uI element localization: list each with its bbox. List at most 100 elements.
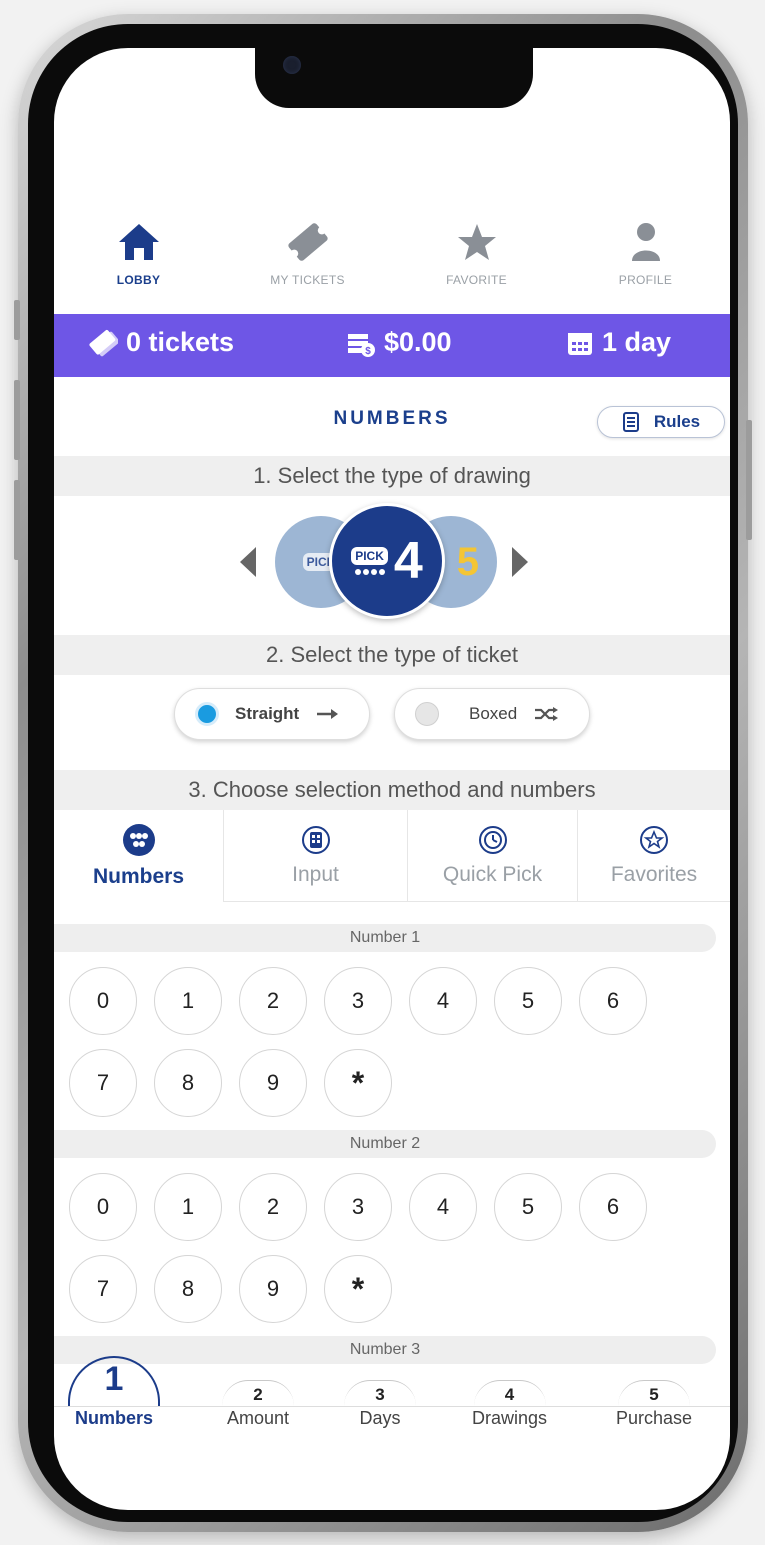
svg-text:$: $ [365, 346, 371, 357]
number-2-ball-6[interactable]: 6 [579, 1173, 647, 1241]
nav-lobby[interactable]: LOBBY [54, 213, 223, 293]
number-1-ball-3[interactable]: 3 [324, 967, 392, 1035]
number-2-ball-9[interactable]: 9 [239, 1255, 307, 1323]
method-tabs: Numbers Input Quick Pick Favorites [54, 810, 730, 902]
step-drawing-type: 1. Select the type of drawing [54, 456, 730, 496]
number-2-row-1: 0 1 2 3 4 5 6 [69, 1173, 647, 1241]
purchase-stepper: 1 Numbers 2 Amount 3 Days 4 Drawings 5 P… [54, 1356, 730, 1438]
nav-label-my-tickets: MY TICKETS [270, 273, 345, 287]
stepper-step-purchase[interactable]: 5 Purchase [616, 1380, 692, 1429]
power-button [746, 420, 752, 540]
stepper-step-numbers[interactable]: 1 Numbers [68, 1356, 160, 1429]
ticket-icon [285, 219, 331, 265]
number-2-ball-8[interactable]: 8 [154, 1255, 222, 1323]
money-icon: $ [348, 333, 375, 357]
front-camera [283, 56, 301, 74]
carousel-next-icon[interactable] [512, 547, 528, 577]
user-icon [629, 219, 663, 265]
number-2-header: Number 2 [54, 1130, 716, 1158]
number-1-ball-1[interactable]: 1 [154, 967, 222, 1035]
pick-4-badge: PICK [351, 547, 388, 575]
nav-label-favorite: FAVORITE [446, 273, 507, 287]
number-1-ball-2[interactable]: 2 [239, 967, 307, 1035]
star-circle-icon [640, 825, 668, 854]
number-2-ball-7[interactable]: 7 [69, 1255, 137, 1323]
number-1-row-1: 0 1 2 3 4 5 6 [69, 967, 647, 1035]
number-2-ball-wildcard[interactable]: * [324, 1255, 392, 1323]
balance-amount[interactable]: $ $0.00 [346, 327, 452, 358]
tab-numbers[interactable]: Numbers [54, 810, 224, 902]
tickets-count[interactable]: 0 tickets [88, 327, 234, 358]
nav-profile[interactable]: PROFILE [561, 213, 730, 293]
notch [255, 48, 533, 108]
pick-4-option-selected[interactable]: PICK 4 [329, 503, 445, 619]
tickets-count-label: 0 tickets [126, 327, 235, 357]
boxed-radio[interactable] [415, 702, 439, 726]
document-icon [622, 412, 639, 432]
number-1-ball-6[interactable]: 6 [579, 967, 647, 1035]
tab-numbers-label: Numbers [92, 865, 185, 888]
tab-input[interactable]: Input [224, 810, 408, 902]
number-2-ball-3[interactable]: 3 [324, 1173, 392, 1241]
stepper-step-drawings-label: Drawings [472, 1408, 548, 1428]
number-1-ball-8[interactable]: 8 [154, 1049, 222, 1117]
days-count[interactable]: 1 day [566, 327, 671, 358]
tickets-icon [89, 329, 118, 356]
stepper-step-numbers-number: 1 [68, 1356, 160, 1406]
dots-icon [122, 824, 155, 856]
days-count-label: 1 day [602, 327, 672, 357]
clock-icon [478, 825, 507, 854]
volume-down-button [14, 480, 20, 560]
shuffle-icon [535, 707, 559, 721]
mute-switch [14, 300, 20, 340]
rules-label: Rules [653, 412, 701, 431]
nav-favorite[interactable]: FAVORITE [392, 213, 561, 293]
arrow-right-icon [317, 709, 339, 719]
number-1-header: Number 1 [54, 924, 716, 952]
number-1-ball-9[interactable]: 9 [239, 1049, 307, 1117]
nav-label-profile: PROFILE [618, 273, 673, 287]
volume-up-button [14, 380, 20, 460]
number-1-ball-wildcard[interactable]: * [324, 1049, 392, 1117]
stepper-step-numbers-label: Numbers [74, 1408, 154, 1428]
number-1-ball-7[interactable]: 7 [69, 1049, 137, 1117]
stepper-step-days-label: Days [359, 1408, 401, 1428]
nav-my-tickets[interactable]: MY TICKETS [223, 213, 392, 293]
boxed-option[interactable]: Boxed [394, 688, 590, 740]
pick-4-tag: PICK [351, 547, 388, 565]
straight-radio[interactable] [195, 702, 219, 726]
carousel-prev-icon[interactable] [240, 547, 256, 577]
stepper-step-purchase-label: Purchase [616, 1408, 693, 1428]
calendar-icon [568, 332, 592, 355]
star-icon [456, 219, 498, 265]
pick-4-number: 4 [393, 532, 423, 590]
stepper-step-drawings[interactable]: 4 Drawings [472, 1380, 547, 1429]
step-selection-method: 3. Choose selection method and numbers [54, 770, 730, 810]
nav-label-lobby: LOBBY [116, 273, 161, 287]
pick-dots [354, 569, 385, 575]
tab-quick-pick[interactable]: Quick Pick [408, 810, 578, 902]
account-status-bar: 0 tickets $ $0.00 1 day [54, 314, 730, 377]
tab-quick-pick-label: Quick Pick [442, 862, 543, 886]
number-1-row-2: 7 8 9 * [69, 1049, 392, 1117]
balance-amount-label: $0.00 [384, 327, 452, 357]
stepper-step-amount[interactable]: 2 Amount [222, 1380, 294, 1429]
number-1-ball-4[interactable]: 4 [409, 967, 477, 1035]
number-1-ball-0[interactable]: 0 [69, 967, 137, 1035]
tab-favorites[interactable]: Favorites [578, 810, 730, 902]
stepper-step-days-number: 3 [344, 1380, 416, 1406]
straight-option[interactable]: Straight [174, 688, 370, 740]
number-1-ball-5[interactable]: 5 [494, 967, 562, 1035]
top-navigation: LOBBY MY TICKETS FAVORITE PROFILE [54, 213, 730, 293]
stepper-step-drawings-number: 4 [473, 1380, 546, 1406]
pick-5-number: 5 [456, 539, 479, 584]
number-2-ball-2[interactable]: 2 [239, 1173, 307, 1241]
tab-input-label: Input [292, 862, 339, 886]
number-2-ball-0[interactable]: 0 [69, 1173, 137, 1241]
tab-favorites-label: Favorites [610, 862, 698, 886]
rules-button[interactable]: Rules [597, 406, 725, 438]
number-2-ball-5[interactable]: 5 [494, 1173, 562, 1241]
number-2-ball-4[interactable]: 4 [409, 1173, 477, 1241]
number-2-ball-1[interactable]: 1 [154, 1173, 222, 1241]
stepper-step-days[interactable]: 3 Days [344, 1380, 416, 1429]
